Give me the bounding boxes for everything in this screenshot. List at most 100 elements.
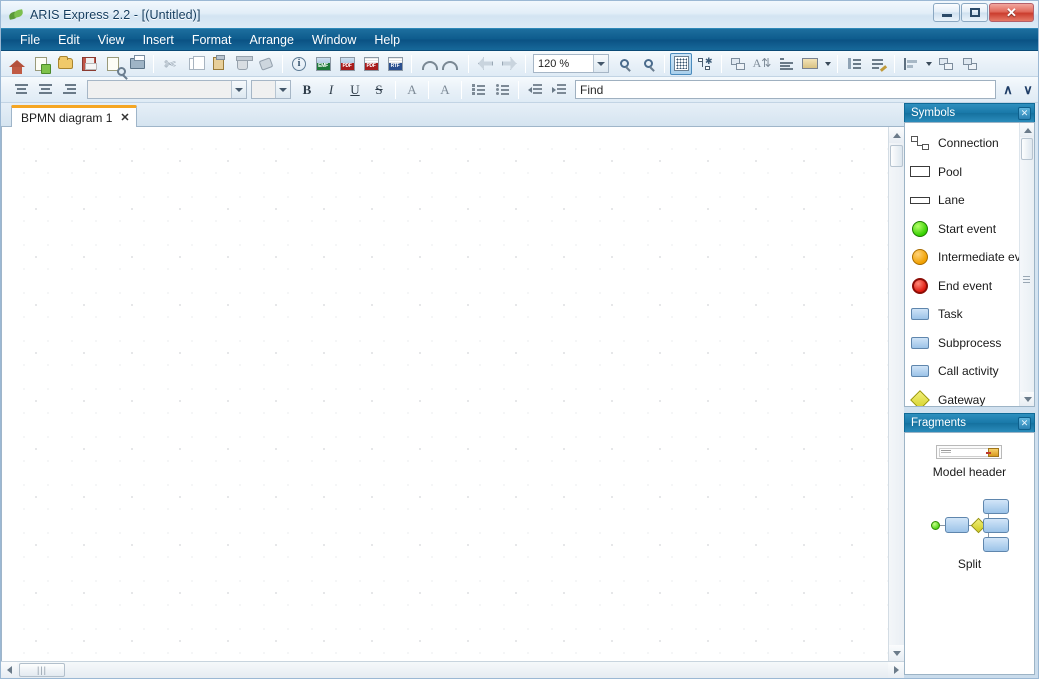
- home-button[interactable]: [6, 53, 28, 75]
- chevron-down-icon[interactable]: [593, 55, 608, 72]
- scroll-left-button[interactable]: [1, 662, 17, 678]
- bold-button[interactable]: B: [296, 79, 318, 101]
- cut-button[interactable]: ✄: [159, 53, 181, 75]
- symbols-scroll-up-button[interactable]: [1020, 123, 1034, 137]
- font-size-combobox[interactable]: [251, 80, 291, 99]
- underline-button[interactable]: U: [344, 79, 366, 101]
- bring-to-front-button[interactable]: [935, 53, 957, 75]
- tab-bpmn-diagram-1[interactable]: BPMN diagram 1 ✕: [11, 105, 137, 127]
- print-preview-button[interactable]: [102, 53, 126, 76]
- redo-button[interactable]: [441, 53, 463, 75]
- group-objects-button[interactable]: [727, 53, 749, 75]
- symbols-panel-close-button[interactable]: ✕: [1018, 106, 1031, 120]
- save-button[interactable]: [78, 53, 100, 75]
- fragment-item-model-header[interactable]: Model header: [933, 445, 1006, 479]
- menu-window[interactable]: Window: [303, 29, 365, 50]
- italic-button[interactable]: I: [320, 79, 342, 101]
- chevron-down-icon[interactable]: [275, 81, 290, 98]
- copy-button[interactable]: [183, 53, 205, 75]
- clear-format-button[interactable]: A: [434, 79, 456, 101]
- symbols-scrollbar[interactable]: [1019, 123, 1034, 406]
- decrease-indent-button[interactable]: [524, 79, 546, 101]
- strikethrough-button[interactable]: S: [368, 79, 390, 101]
- export-pdf-report-button[interactable]: PDF: [360, 53, 382, 75]
- increase-indent-button[interactable]: [548, 79, 570, 101]
- grid-toggle-button[interactable]: [670, 52, 692, 75]
- menu-file[interactable]: File: [11, 29, 49, 50]
- menu-view[interactable]: View: [89, 29, 134, 50]
- horizontal-scroll-thumb[interactable]: |||: [19, 663, 65, 677]
- menu-arrange[interactable]: Arrange: [240, 29, 302, 50]
- font-color-button[interactable]: A: [401, 79, 423, 101]
- scroll-down-button[interactable]: [888, 645, 905, 661]
- find-previous-button[interactable]: ∧: [998, 79, 1018, 101]
- fill-color-dropdown[interactable]: [822, 53, 833, 75]
- close-button[interactable]: ✕: [989, 3, 1034, 22]
- symbol-item-lane[interactable]: Lane: [909, 186, 1019, 215]
- symbol-item-connection[interactable]: Connection: [909, 129, 1019, 158]
- back-button[interactable]: [474, 53, 496, 75]
- find-next-button[interactable]: ∨: [1018, 79, 1038, 101]
- fill-color-button[interactable]: [799, 53, 821, 75]
- diagram-canvas[interactable]: [2, 127, 888, 661]
- zoom-out-button[interactable]: [637, 53, 659, 75]
- delete-button[interactable]: [231, 53, 253, 75]
- grid-icon: [673, 56, 689, 71]
- forward-button[interactable]: [498, 53, 520, 75]
- send-to-back-button[interactable]: [959, 53, 981, 75]
- symbol-item-end-event[interactable]: End event: [909, 272, 1019, 301]
- symbol-label: Subprocess: [938, 335, 1002, 350]
- undo-button[interactable]: [417, 53, 439, 75]
- tab-close-icon[interactable]: ✕: [120, 111, 129, 124]
- find-input[interactable]: Find: [575, 80, 996, 99]
- align-middle-button[interactable]: [34, 79, 56, 101]
- symbol-item-start-event[interactable]: Start event: [909, 215, 1019, 244]
- menu-edit[interactable]: Edit: [49, 29, 89, 50]
- attributes-button[interactable]: [843, 53, 865, 75]
- align-objects-button[interactable]: [900, 53, 922, 75]
- canvas-horizontal-scrollbar[interactable]: |||: [1, 661, 904, 678]
- new-button[interactable]: [30, 53, 52, 75]
- symbol-item-call-activity[interactable]: Call activity: [909, 357, 1019, 386]
- scroll-right-button[interactable]: [888, 662, 904, 678]
- symbol-item-pool[interactable]: Pool: [909, 158, 1019, 187]
- maximize-button[interactable]: [961, 3, 988, 22]
- canvas-vertical-scrollbar[interactable]: [888, 127, 905, 661]
- symbols-scroll-track[interactable]: [1020, 160, 1034, 392]
- text-align-button[interactable]: [775, 53, 797, 75]
- zoom-combobox[interactable]: 120 %: [533, 54, 609, 73]
- font-family-combobox[interactable]: [87, 80, 247, 99]
- menu-help[interactable]: Help: [365, 29, 409, 50]
- chevron-down-icon[interactable]: [231, 81, 246, 98]
- fragments-panel-close-button[interactable]: ✕: [1018, 416, 1031, 430]
- open-button[interactable]: [54, 53, 76, 75]
- vertical-scroll-thumb[interactable]: [890, 145, 903, 167]
- symbols-scroll-thumb[interactable]: [1021, 138, 1033, 160]
- symbols-scroll-down-button[interactable]: [1020, 392, 1034, 406]
- symbol-item-task[interactable]: Task: [909, 300, 1019, 329]
- format-painter-button[interactable]: [255, 53, 277, 75]
- symbol-item-intermediate-event[interactable]: Intermediate eve: [909, 243, 1019, 272]
- scroll-up-button[interactable]: [888, 127, 905, 143]
- paste-button[interactable]: [207, 53, 229, 75]
- minimize-button[interactable]: [933, 3, 960, 22]
- edit-attributes-button[interactable]: [867, 53, 889, 75]
- export-rtf-button[interactable]: RTF: [384, 53, 406, 75]
- symbol-item-subprocess[interactable]: Subprocess: [909, 329, 1019, 358]
- symbol-item-gateway[interactable]: Gateway: [909, 386, 1019, 406]
- align-objects-dropdown[interactable]: [923, 53, 934, 75]
- snap-to-grid-button[interactable]: ✱: [694, 53, 716, 75]
- menu-insert[interactable]: Insert: [134, 29, 183, 50]
- menu-format[interactable]: Format: [183, 29, 241, 50]
- print-button[interactable]: [126, 53, 148, 75]
- numbered-list-button[interactable]: [467, 79, 489, 101]
- properties-button[interactable]: i: [288, 53, 310, 75]
- fragment-item-split[interactable]: Split: [930, 493, 1009, 571]
- bulleted-list-button[interactable]: [491, 79, 513, 101]
- export-emf-button[interactable]: EMF: [312, 53, 334, 75]
- zoom-in-button[interactable]: [613, 53, 635, 75]
- export-pdf-button[interactable]: PDF: [336, 53, 358, 75]
- font-format-button[interactable]: A⇅: [751, 53, 773, 75]
- align-bottom-button[interactable]: [58, 79, 80, 101]
- align-top-button[interactable]: [10, 79, 32, 101]
